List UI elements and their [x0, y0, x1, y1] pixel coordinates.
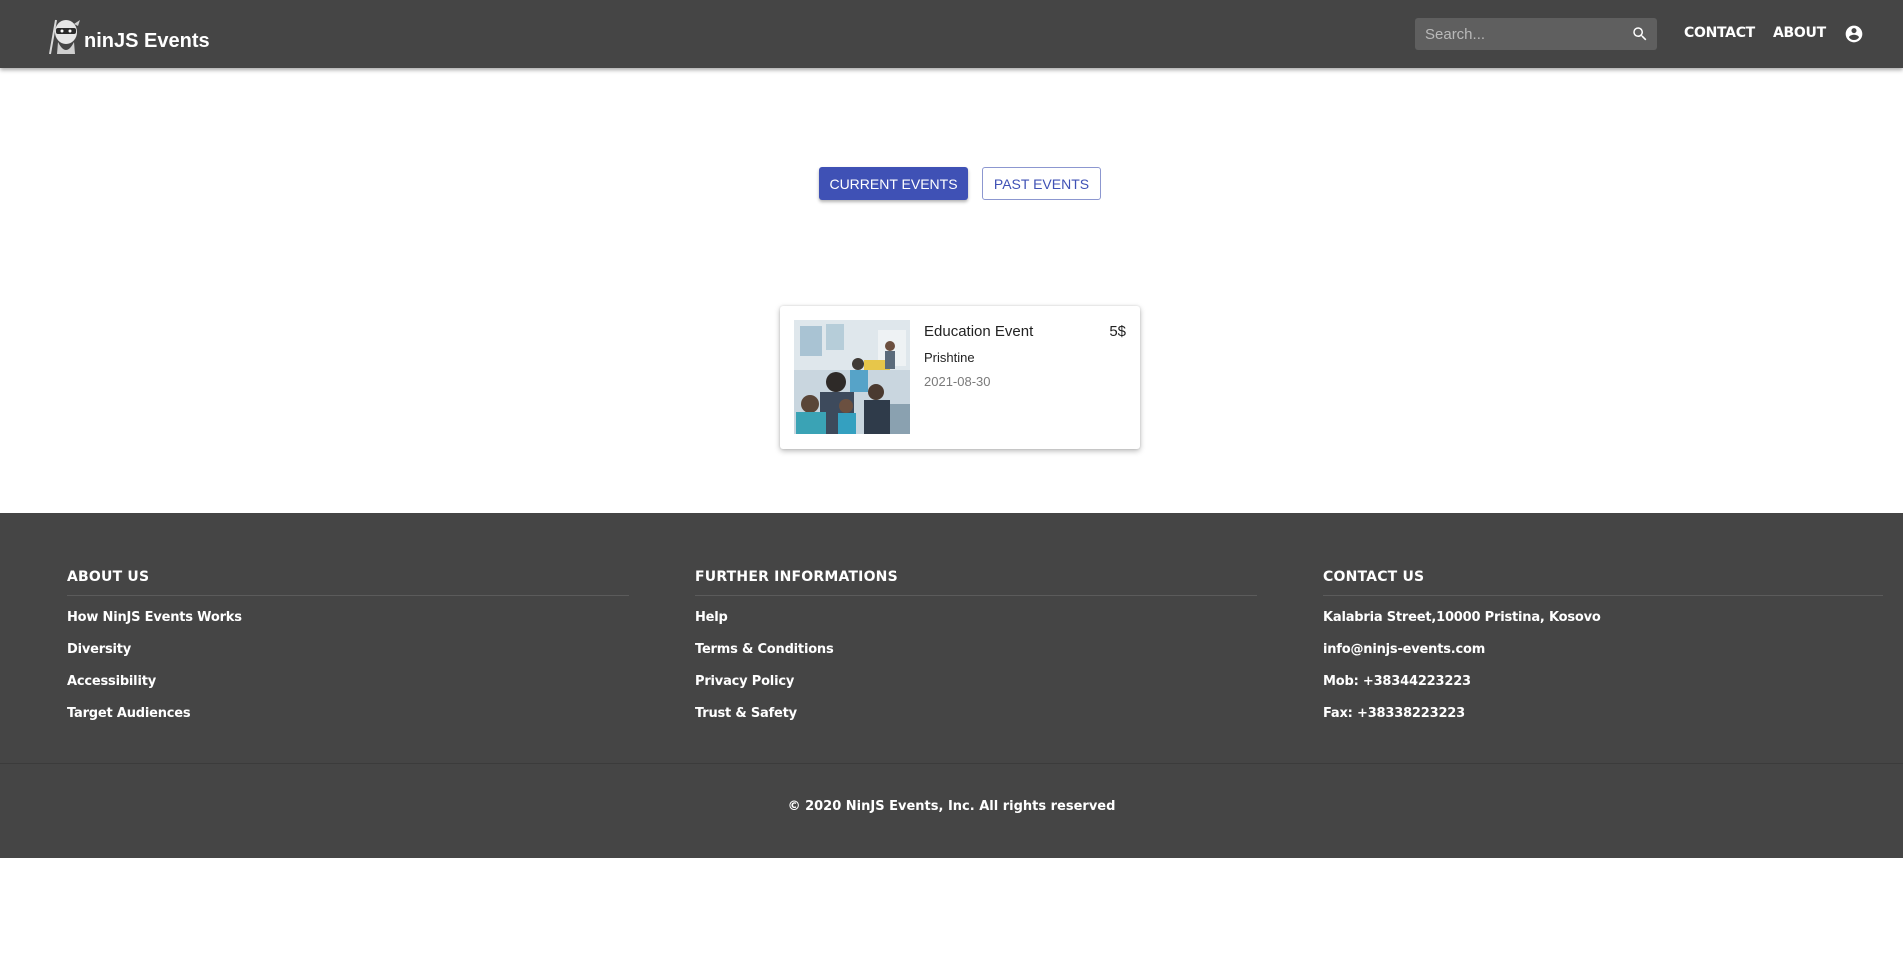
footer-divider	[67, 595, 629, 596]
footer-contact-fax: Fax: +38338223223	[1323, 706, 1465, 721]
event-card[interactable]: Education Event 5$ Prishtine 2021-08-30	[780, 306, 1140, 449]
footer-further-column: FURTHER INFORMATIONS Help Terms & Condit…	[695, 569, 1257, 738]
footer-about-heading: ABOUT US	[67, 569, 150, 585]
footer-contact-address: Kalabria Street,10000 Pristina, Kosovo	[1323, 610, 1601, 625]
brand-name: ninJS Events	[84, 30, 210, 52]
search-icon[interactable]	[1631, 25, 1649, 43]
footer-link-trust-safety[interactable]: Trust & Safety	[695, 706, 1257, 738]
event-image	[794, 320, 910, 434]
footer-contact-mobile: Mob: +38344223223	[1323, 674, 1471, 689]
footer-divider	[1323, 595, 1883, 596]
ninja-logo-icon	[49, 19, 80, 55]
footer-contact-column: CONTACT US Kalabria Street,10000 Pristin…	[1323, 569, 1883, 738]
app-header: ninJS Events CONTACT ABOUT	[0, 0, 1903, 68]
classroom-photo	[794, 320, 910, 434]
footer-contact-heading: CONTACT US	[1323, 569, 1425, 585]
search-input[interactable]	[1415, 18, 1625, 50]
footer-bottom-divider	[0, 763, 1903, 764]
nav-about-link[interactable]: ABOUT	[1773, 25, 1826, 41]
event-date: 2021-08-30	[924, 374, 991, 389]
brand-logo-link[interactable]: ninJS Events	[46, 14, 210, 56]
account-circle-icon[interactable]	[1844, 24, 1864, 44]
footer-further-heading: FURTHER INFORMATIONS	[695, 569, 898, 585]
footer-contact-email[interactable]: info@ninjs-events.com	[1323, 642, 1883, 674]
footer-link-terms[interactable]: Terms & Conditions	[695, 642, 1257, 674]
footer-about-column: ABOUT US How NinJS Events Works Diversit…	[67, 569, 629, 738]
footer-link-how-it-works[interactable]: How NinJS Events Works	[67, 610, 629, 642]
past-events-tab[interactable]: PAST EVENTS	[982, 167, 1101, 200]
event-title: Education Event	[924, 323, 1034, 340]
footer-link-target-audiences[interactable]: Target Audiences	[67, 706, 629, 738]
search-box	[1415, 18, 1657, 50]
nav-contact-link[interactable]: CONTACT	[1684, 25, 1755, 41]
footer-copyright: © 2020 NinJS Events, Inc. All rights res…	[787, 799, 1116, 814]
site-footer: ABOUT US How NinJS Events Works Diversit…	[0, 513, 1903, 858]
event-price: 5$	[1109, 323, 1126, 340]
event-location: Prishtine	[924, 350, 975, 365]
footer-link-accessibility[interactable]: Accessibility	[67, 674, 629, 706]
footer-link-privacy[interactable]: Privacy Policy	[695, 674, 1257, 706]
footer-divider	[695, 595, 1257, 596]
current-events-tab[interactable]: CURRENT EVENTS	[819, 167, 968, 200]
footer-link-diversity[interactable]: Diversity	[67, 642, 629, 674]
footer-link-help[interactable]: Help	[695, 610, 1257, 642]
